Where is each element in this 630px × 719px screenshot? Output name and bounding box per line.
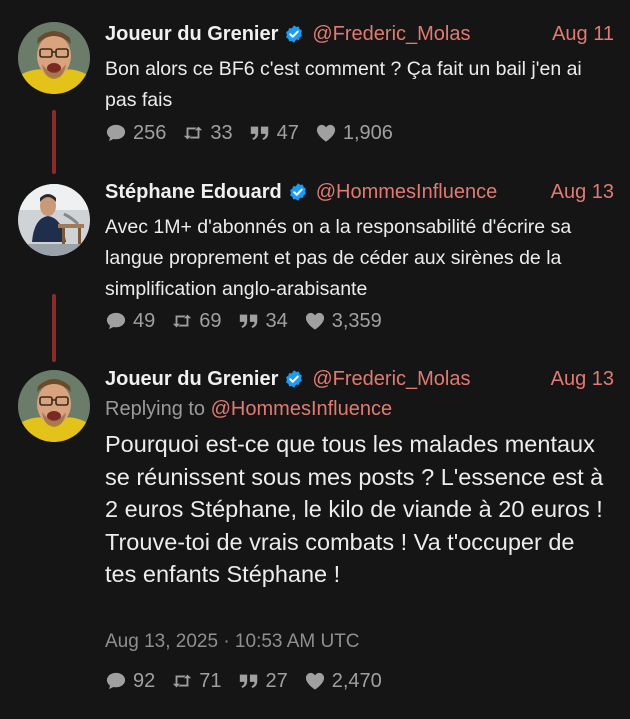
reply-button[interactable]: 92	[105, 670, 155, 693]
heart-icon	[304, 311, 326, 331]
author-handle[interactable]: @Frederic_Molas	[312, 23, 470, 46]
comment-bubble-icon	[105, 311, 127, 331]
quote-count: 47	[276, 121, 299, 144]
author-handle[interactable]: @HommesInfluence	[316, 181, 497, 204]
tweet-2[interactable]: Stéphane Edouard @HommesInfluence Aug 13…	[0, 170, 630, 360]
reply-count: 92	[133, 669, 156, 692]
reply-count: 49	[133, 309, 156, 332]
tweet-text: Bon alors ce BF6 c'est comment ? Ça fait…	[105, 58, 582, 111]
like-button[interactable]: 2,470	[304, 670, 382, 693]
quote-count: 34	[265, 309, 288, 332]
tweet-date[interactable]: Aug 13	[551, 368, 614, 391]
comment-bubble-icon	[105, 671, 127, 691]
like-button[interactable]: 1,906	[315, 122, 393, 145]
like-count: 2,470	[331, 669, 382, 692]
quote-count: 27	[265, 669, 288, 692]
author-handle[interactable]: @Frederic_Molas	[312, 368, 470, 391]
tweet-header: Joueur du Grenier @Frederic_Molas Aug 13	[105, 365, 614, 393]
tweet-text: Avec 1M+ d'abonnés on a la responsabilit…	[105, 216, 572, 300]
quote-button[interactable]: 27	[238, 670, 288, 693]
like-button[interactable]: 3,359	[304, 310, 382, 333]
quote-icon	[238, 311, 260, 331]
quote-icon	[249, 123, 271, 143]
reply-button[interactable]: 256	[105, 122, 166, 145]
retweet-icon	[182, 123, 204, 143]
avatar[interactable]	[18, 370, 90, 442]
tweet-stats: 256 33 47 1,906	[105, 119, 409, 147]
replying-to-label: Replying to	[105, 398, 206, 420]
tweet-1[interactable]: Joueur du Grenier @Frederic_Molas Aug 11…	[0, 0, 630, 170]
retweet-count: 71	[199, 669, 222, 692]
verified-badge-icon	[284, 24, 304, 44]
comment-bubble-icon	[105, 123, 127, 143]
tweet-stats: 92 71 27 2,470	[105, 667, 398, 695]
author-name[interactable]: Stéphane Edouard	[105, 181, 282, 204]
author-name[interactable]: Joueur du Grenier	[105, 23, 278, 46]
heart-icon	[304, 671, 326, 691]
retweet-button[interactable]: 33	[182, 121, 233, 145]
tweet-header: Stéphane Edouard @HommesInfluence Aug 13	[105, 178, 614, 206]
reply-count: 256	[133, 121, 167, 144]
retweet-count: 69	[199, 309, 222, 332]
replying-to-handle[interactable]: @HommesInfluence	[211, 398, 392, 420]
author-name[interactable]: Joueur du Grenier	[105, 368, 278, 391]
verified-badge-icon	[284, 369, 304, 389]
retweet-count: 33	[210, 121, 233, 144]
like-count: 3,359	[331, 309, 382, 332]
quote-button[interactable]: 34	[238, 310, 288, 333]
tweet-timestamp[interactable]: Aug 13, 2025 · 10:53 AM UTC	[105, 631, 360, 653]
avatar[interactable]	[18, 184, 90, 256]
retweet-button[interactable]: 69	[171, 309, 222, 333]
replying-to: Replying to @HommesInfluence	[105, 398, 392, 421]
retweet-button[interactable]: 71	[171, 669, 222, 693]
tweet-header: Joueur du Grenier @Frederic_Molas Aug 11	[105, 20, 614, 48]
tweet-date[interactable]: Aug 13	[551, 181, 614, 204]
avatar[interactable]	[18, 22, 90, 94]
quote-icon	[238, 671, 260, 691]
quote-button[interactable]: 47	[249, 122, 299, 145]
tweet-stats: 49 69 34 3,359	[105, 307, 398, 335]
tweet-text: Pourquoi est-ce que tous les malades men…	[105, 431, 604, 587]
heart-icon	[315, 123, 337, 143]
verified-badge-icon	[288, 182, 308, 202]
retweet-icon	[171, 311, 193, 331]
tweet-date[interactable]: Aug 11	[552, 23, 614, 46]
reply-button[interactable]: 49	[105, 310, 155, 333]
tweet-3-main[interactable]: Joueur du Grenier @Frederic_Molas Aug 13…	[0, 360, 630, 719]
retweet-icon	[171, 671, 193, 691]
like-count: 1,906	[342, 121, 393, 144]
